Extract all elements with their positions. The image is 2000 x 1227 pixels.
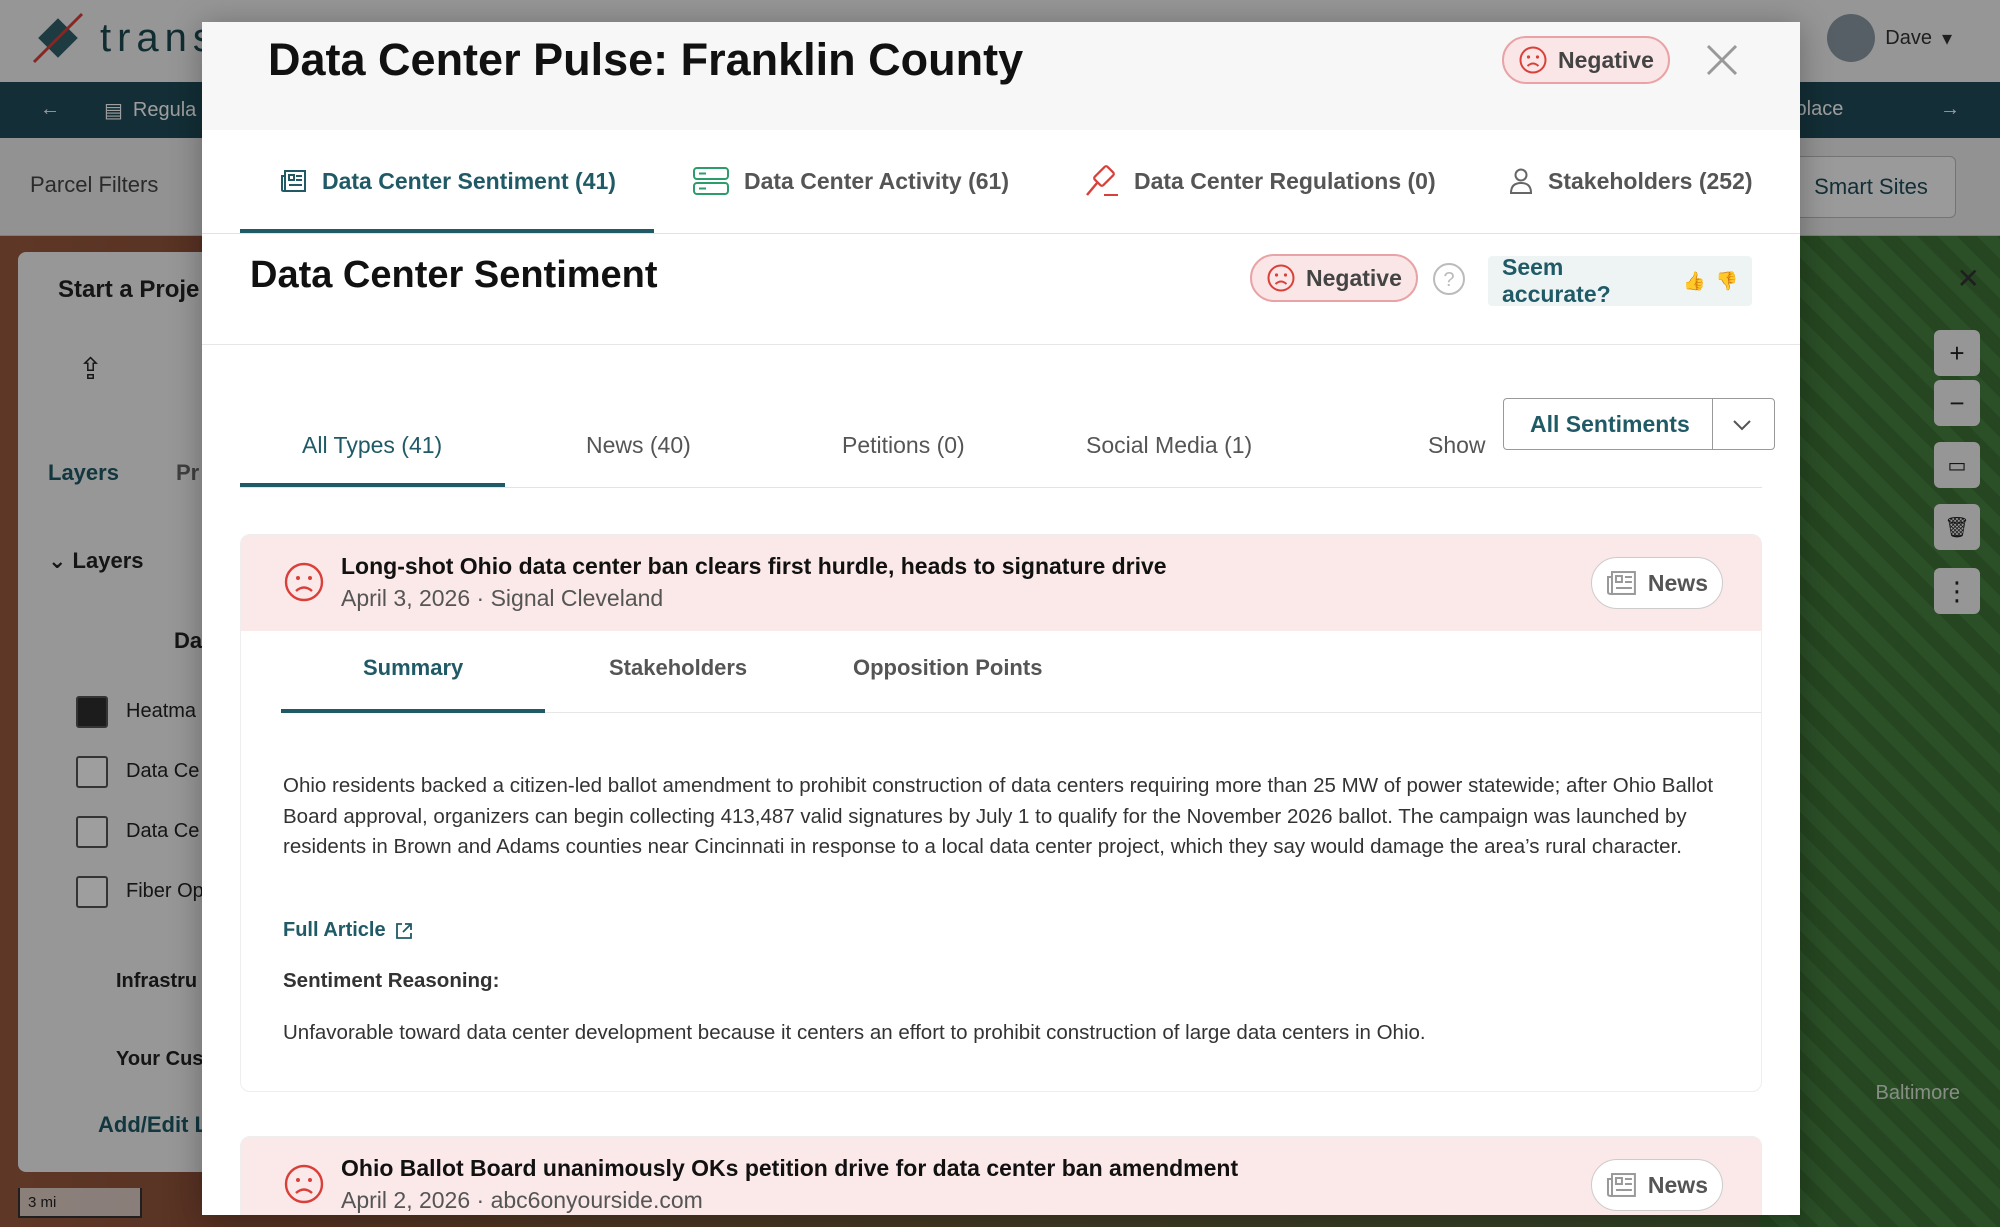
section-title: Data Center Sentiment: [250, 254, 658, 296]
sad-face-icon: [284, 562, 324, 602]
article-meta: April 3, 2026 · Signal Cleveland: [341, 585, 664, 611]
main-tabs: Data Center Sentiment (41) Data Center A…: [202, 130, 1800, 234]
full-article-label: Full Article: [283, 919, 386, 941]
tab-label: Stakeholders (252): [1548, 167, 1753, 194]
tab-data-center-regulations[interactable]: Data Center Regulations (0): [1084, 156, 1436, 206]
tab-stakeholders[interactable]: Stakeholders: [609, 655, 747, 681]
tab-data-center-sentiment[interactable]: Data Center Sentiment (41): [280, 156, 616, 206]
external-link-icon: [395, 922, 412, 939]
article-type-label: News: [1647, 1171, 1708, 1198]
article-type-badge: News: [1591, 557, 1723, 609]
sad-face-icon: [1519, 46, 1547, 74]
tab-data-center-activity[interactable]: Data Center Activity (61): [692, 156, 1009, 206]
sentiment-label: Negative: [1306, 264, 1402, 291]
server-icon: [693, 167, 729, 195]
person-icon: [1509, 168, 1533, 194]
article-type-badge: News: [1591, 1159, 1723, 1211]
select-divider: [1712, 399, 1713, 449]
svg-text:?: ?: [1443, 269, 1454, 291]
chevron-down-icon: [1733, 420, 1751, 431]
gavel-icon: [1086, 165, 1118, 196]
tab-all-types[interactable]: All Types (41): [302, 432, 442, 459]
active-tab-indicator: [240, 483, 505, 487]
article-header[interactable]: Long-shot Ohio data center ban clears fi…: [241, 535, 1761, 631]
sentiment-filter-select[interactable]: All Sentiments: [1503, 398, 1775, 450]
active-tab-indicator: [281, 709, 545, 713]
tab-label: Data Center Activity (61): [744, 167, 1010, 194]
header-sentiment-badge: Negative: [1502, 36, 1670, 84]
tab-label: Data Center Sentiment (41): [322, 167, 616, 194]
article-card: Long-shot Ohio data center ban clears fi…: [240, 534, 1762, 1092]
data-center-pulse-modal: Data Center Pulse: Franklin County Negat…: [202, 22, 1800, 1215]
active-tab-indicator: [240, 229, 654, 233]
tab-opposition-points[interactable]: Opposition Points: [853, 655, 1042, 681]
full-article-link[interactable]: Full Article: [283, 919, 414, 942]
article-summary: Ohio residents backed a citizen-led ball…: [283, 774, 1714, 859]
feedback-box: Seem accurate? 👍 👎: [1488, 254, 1752, 307]
help-icon[interactable]: ?: [1432, 262, 1466, 296]
newspaper-icon: [1606, 1173, 1636, 1197]
article-title[interactable]: Ohio Ballot Board unanimously OKs petiti…: [341, 1155, 1238, 1182]
sentiment-filter-value: All Sentiments: [1530, 411, 1690, 437]
article-meta: April 2, 2026 · abc6onyourside.com: [341, 1187, 703, 1213]
sentiment-reasoning-label: Sentiment Reasoning:: [283, 969, 500, 992]
divider: [202, 344, 1800, 345]
tab-summary[interactable]: Summary: [363, 655, 463, 681]
article-type-label: News: [1647, 569, 1708, 596]
article-tabs: Summary Stakeholders Opposition Points: [281, 631, 1761, 713]
article-header[interactable]: Ohio Ballot Board unanimously OKs petiti…: [241, 1137, 1761, 1215]
modal-header: Data Center Pulse: Franklin County Negat…: [202, 22, 1800, 130]
show-label: Show: [1428, 432, 1486, 458]
newspaper-icon: [1606, 571, 1636, 595]
newspaper-icon: [281, 170, 306, 192]
sad-face-icon: [1267, 264, 1295, 292]
feedback-label: Seem accurate?: [1502, 254, 1611, 307]
tab-social-media[interactable]: Social Media (1): [1086, 432, 1252, 459]
sentiment-reasoning: Unfavorable toward data center developme…: [283, 1021, 1426, 1044]
section-sentiment-badge: Negative: [1250, 254, 1418, 302]
sentiment-label: Negative: [1558, 46, 1654, 73]
tab-label: Data Center Regulations (0): [1134, 167, 1436, 194]
tab-stakeholders[interactable]: Stakeholders (252): [1508, 156, 1753, 206]
modal-title: Data Center Pulse: Franklin County: [268, 34, 1024, 85]
sad-face-icon: [284, 1164, 324, 1204]
article-card: Ohio Ballot Board unanimously OKs petiti…: [240, 1136, 1762, 1215]
close-icon[interactable]: [1702, 40, 1742, 80]
tab-petitions[interactable]: Petitions (0): [842, 432, 965, 459]
thumbs-up-icon[interactable]: 👍: [1683, 271, 1705, 292]
article-title[interactable]: Long-shot Ohio data center ban clears fi…: [341, 553, 1167, 580]
thumbs-down-icon[interactable]: 👎: [1716, 271, 1738, 292]
tab-news[interactable]: News (40): [586, 432, 691, 459]
